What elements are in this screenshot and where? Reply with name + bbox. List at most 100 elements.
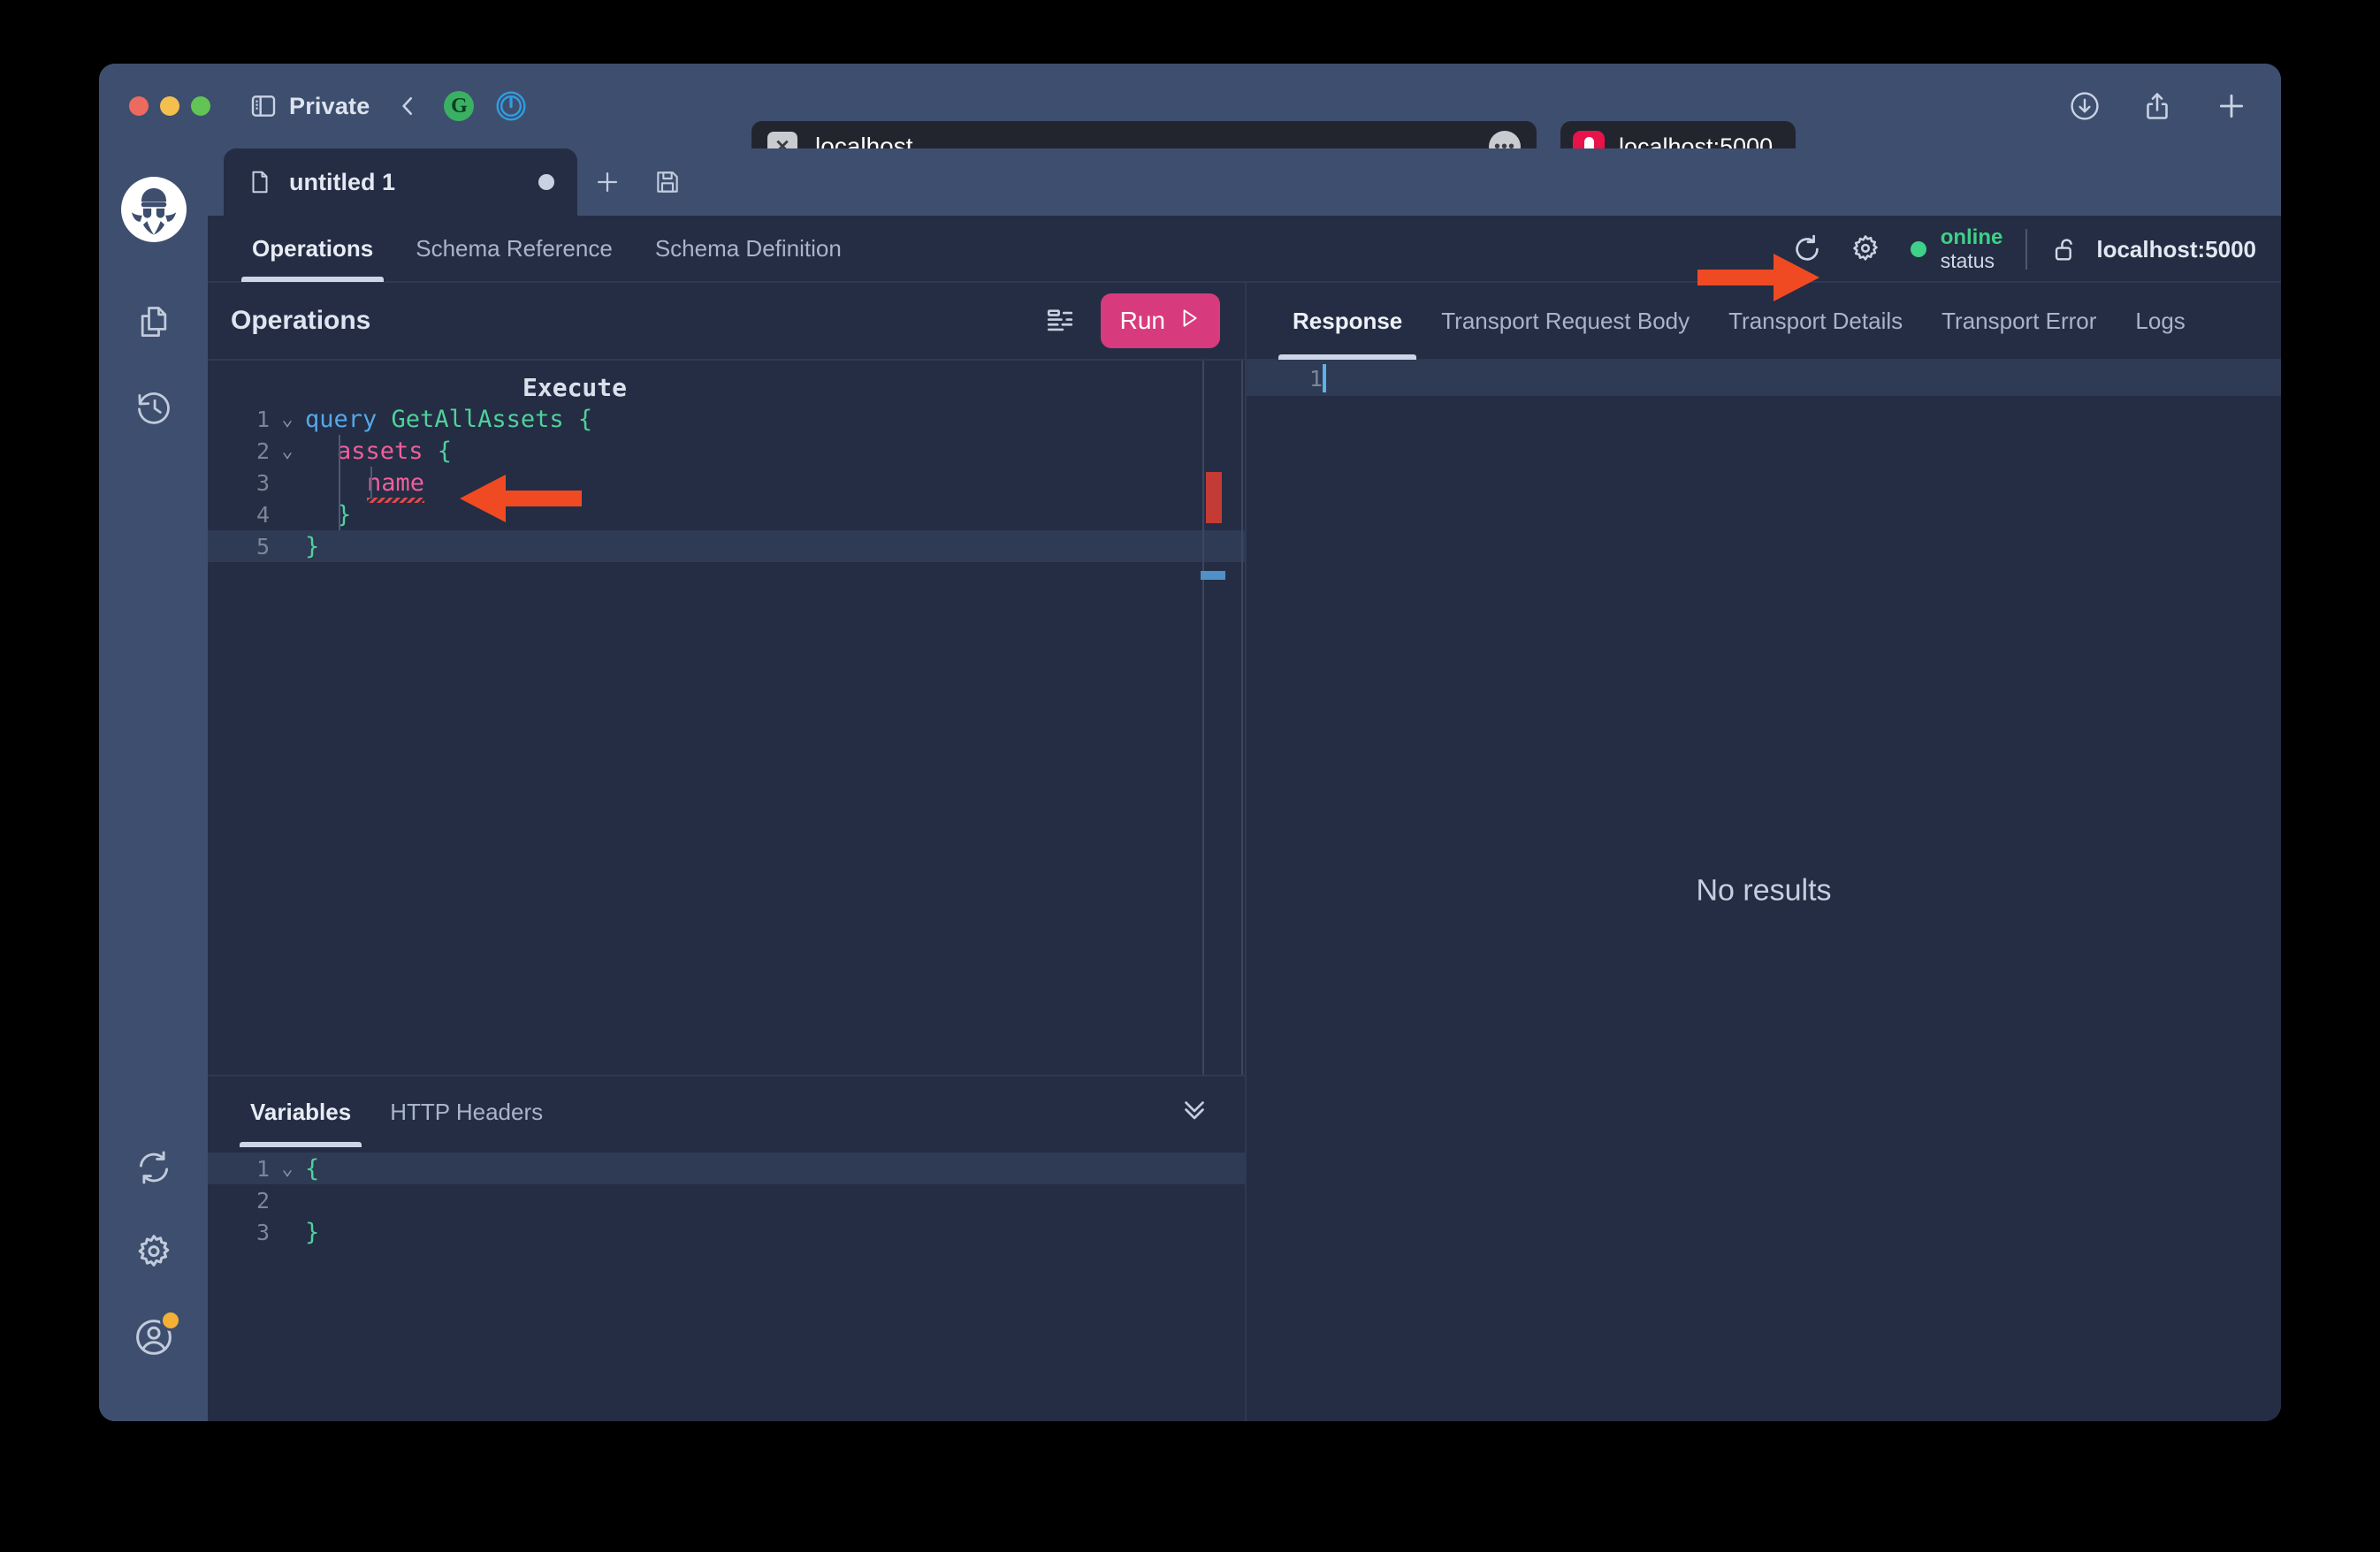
tab-transport-request-body[interactable]: Transport Request Body [1422, 282, 1709, 360]
browser-window: Private G ✕ localhost ••• localhost:5000… [99, 64, 2281, 1421]
tab-response-label: Response [1293, 307, 1403, 334]
tab-logs[interactable]: Logs [2116, 282, 2204, 360]
tab-schema-definition-label: Schema Definition [654, 234, 842, 262]
tab-transport-error[interactable]: Transport Error [1922, 282, 2116, 360]
code-token-field-name-invalid: name [367, 468, 425, 503]
new-tab-icon[interactable] [2214, 88, 2249, 124]
altair-logo-icon [120, 177, 187, 242]
variables-lines: 1 ⌄ { 2 3} [208, 1153, 1245, 1248]
unlocked-padlock-icon [2050, 234, 2080, 264]
editor-scrollbar-rail[interactable] [1241, 361, 1243, 1075]
code-line-active: 5 } [208, 530, 1245, 562]
fold-toggle[interactable]: ⌄ [270, 408, 305, 430]
onepassword-extension-icon[interactable] [495, 90, 527, 122]
run-button-label: Run [1119, 307, 1165, 334]
response-editor-line: 1 [1247, 361, 2281, 396]
maximize-window-button[interactable] [191, 96, 210, 116]
save-window-tab-button[interactable] [637, 148, 698, 216]
private-mode-label: Private [289, 92, 370, 119]
grammarly-letter: G [451, 94, 468, 118]
code-token-operation-name: GetAllAssets [391, 405, 564, 433]
reload-icon[interactable] [1778, 220, 1836, 278]
cursor-overview-marker [1201, 571, 1225, 580]
error-overview-marker[interactable] [1206, 472, 1222, 523]
sidebar-panel-icon [249, 92, 278, 120]
response-body[interactable]: 1 No results [1247, 361, 2281, 1421]
variables-token-brace: { [305, 1154, 320, 1183]
tab-http-headers[interactable]: HTTP Headers [370, 1077, 562, 1147]
format-code-icon[interactable] [1035, 296, 1085, 346]
tab-logs-label: Logs [2135, 307, 2185, 334]
variables-line: 3 } [208, 1216, 1245, 1248]
play-triangle-icon [1178, 307, 1201, 336]
variables-code-editor[interactable]: 1 ⌄ { 2 3} [208, 1147, 1245, 1421]
operations-pane: Operations Run Execute 1 ⌄ query GetAllA… [208, 283, 1247, 1421]
code-lines: 1 ⌄ query GetAllAssets { 2 ⌄ assets {3 … [208, 403, 1245, 562]
share-icon[interactable] [2141, 90, 2173, 122]
tab-schema-definition[interactable]: Schema Definition [634, 215, 863, 282]
unsaved-dot-indicator [538, 174, 554, 190]
line-number: 5 [256, 533, 270, 559]
execute-codelens-label[interactable]: Execute [523, 373, 627, 402]
line-number: 1 [1308, 365, 1323, 392]
app-sidebar-rail [99, 148, 208, 1421]
variables-panel: Variables HTTP Headers 1 ⌄ {2 3} [208, 1075, 1245, 1421]
altair-app: untitled 1 Operations Schema Reference S… [99, 148, 2281, 1421]
tab-variables[interactable]: Variables [231, 1077, 370, 1147]
sidebar-item-sync[interactable] [121, 1135, 187, 1200]
tab-operations[interactable]: Operations [231, 215, 394, 282]
tab-http-headers-label: HTTP Headers [390, 1098, 544, 1125]
sidebar-item-collections[interactable] [121, 290, 187, 355]
variables-tabs: Variables HTTP Headers [208, 1077, 1245, 1147]
tab-operations-label: Operations [252, 234, 374, 262]
tab-schema-reference-label: Schema Reference [416, 234, 613, 262]
code-token-brace: } [305, 532, 320, 560]
fold-toggle[interactable]: ⌄ [270, 1158, 305, 1180]
close-window-button[interactable] [129, 96, 149, 116]
grammarly-extension-icon[interactable]: G [444, 91, 475, 121]
window-tab-untitled-1[interactable]: untitled 1 [224, 148, 577, 216]
variables-line: 2 [208, 1184, 1245, 1216]
status-dot [1910, 241, 1926, 257]
line-number: 2 [256, 1187, 270, 1213]
sidebar-item-account[interactable] [121, 1305, 187, 1370]
run-button[interactable]: Run [1100, 293, 1220, 348]
tab-transport-error-label: Transport Error [1941, 307, 2097, 334]
tab-schema-reference[interactable]: Schema Reference [394, 215, 634, 282]
line-number: 1 [256, 1155, 270, 1182]
response-pane: Response Transport Request Body Transpor… [1247, 283, 2281, 1421]
line-number: 3 [256, 1219, 270, 1245]
sidebar-toggle-private[interactable]: Private [249, 92, 370, 120]
tab-transport-details[interactable]: Transport Details [1709, 282, 1922, 360]
tab-response[interactable]: Response [1273, 282, 1422, 360]
connection-status-bar: online status localhost:5000 [1778, 216, 2256, 283]
endpoint-display[interactable]: localhost:5000 [2050, 234, 2256, 264]
tab-variables-label: Variables [250, 1098, 352, 1125]
fold-toggle[interactable]: ⌄ [270, 440, 305, 462]
indent-guide [370, 467, 372, 498]
download-icon[interactable] [2069, 90, 2101, 122]
account-notification-badge [159, 1310, 181, 1331]
status-divider [2025, 229, 2028, 270]
online-status-indicator: online status [1910, 224, 2003, 273]
file-icon [247, 169, 273, 195]
add-window-tab-button[interactable] [577, 148, 637, 216]
code-token-field-assets: assets [337, 437, 423, 465]
line-number: 3 [256, 469, 270, 496]
back-button[interactable] [394, 93, 421, 119]
online-label: online [1940, 224, 2003, 249]
browser-toolbar-actions [2069, 88, 2249, 124]
query-code-editor[interactable]: Execute 1 ⌄ query GetAllAssets {2 ⌄ ass… [208, 361, 1245, 1075]
gear-icon[interactable] [1836, 220, 1895, 278]
no-results-message: No results [1696, 873, 1832, 908]
operations-title: Operations [231, 306, 371, 335]
sidebar-item-history[interactable] [121, 375, 187, 440]
sidebar-item-settings[interactable] [121, 1220, 187, 1285]
variables-token-brace: } [305, 1218, 320, 1246]
indent-guide [339, 435, 340, 530]
minimize-window-button[interactable] [160, 96, 179, 116]
editor-overview-rail[interactable] [1202, 361, 1204, 1075]
double-chevron-down-icon[interactable] [1178, 1093, 1211, 1131]
window-tabstrip: untitled 1 [208, 148, 2281, 216]
variables-line-active: 1 ⌄ { [208, 1153, 1245, 1184]
